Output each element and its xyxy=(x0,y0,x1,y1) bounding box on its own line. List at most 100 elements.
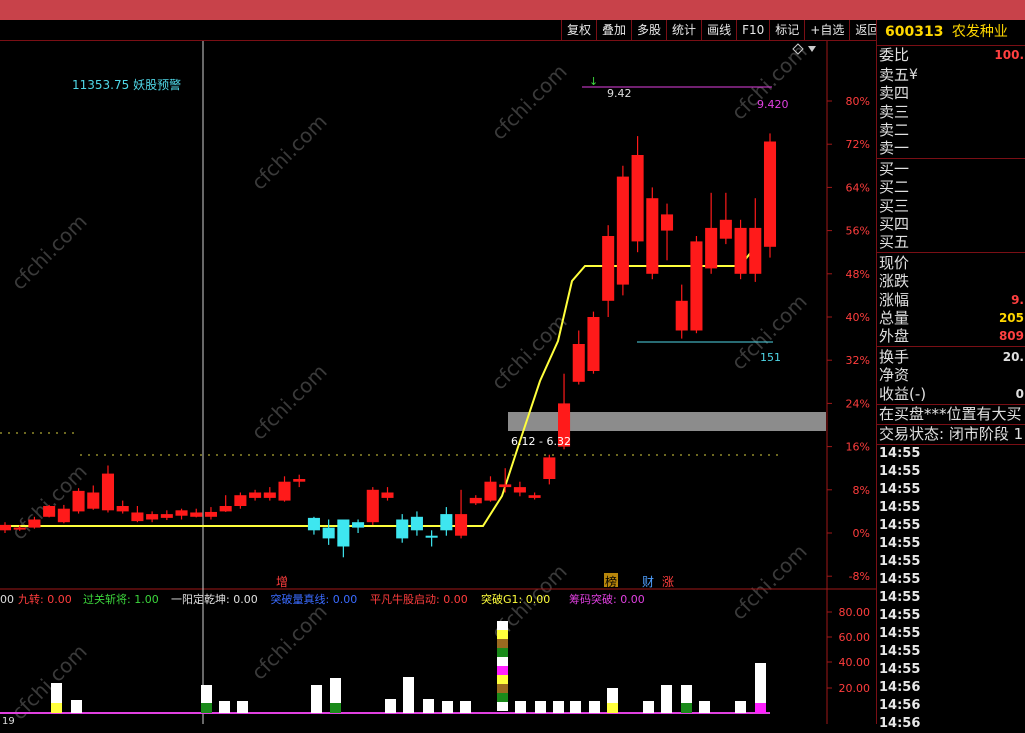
candle-body[interactable] xyxy=(43,506,56,517)
candle-body[interactable] xyxy=(293,479,306,482)
kline-chart[interactable]: cfchi.com cfchi.com cfchi.com cfchi.com … xyxy=(0,39,876,727)
candle-body[interactable] xyxy=(175,510,188,516)
candle-body[interactable] xyxy=(440,514,453,531)
indicator-item: 九转: 0.00 xyxy=(18,592,72,606)
order-notice: 在买盘***位置有大买 xyxy=(879,404,1022,423)
candle-body[interactable] xyxy=(72,490,85,512)
signal-block xyxy=(497,675,508,684)
signal-block xyxy=(497,684,508,693)
candle-body[interactable] xyxy=(749,227,762,274)
watermark: cfchi.com cfchi.com cfchi.com cfchi.com … xyxy=(7,39,812,724)
panel-separator xyxy=(877,252,1025,254)
candle-body[interactable] xyxy=(528,495,541,498)
candle-body[interactable] xyxy=(278,481,291,501)
candle-body[interactable] xyxy=(101,473,115,511)
candle-body[interactable] xyxy=(219,506,232,512)
candle-body[interactable] xyxy=(660,214,674,231)
quote-row-value: 20. xyxy=(1002,350,1024,365)
candle-body[interactable] xyxy=(131,512,144,522)
candle-body[interactable] xyxy=(499,484,512,488)
quote-row-label: 买一 xyxy=(879,160,910,179)
candle-body[interactable] xyxy=(396,519,409,539)
candle-body[interactable] xyxy=(13,527,26,530)
toolbar-button-5[interactable]: F10 xyxy=(736,20,770,40)
candle-body[interactable] xyxy=(763,141,777,247)
panel-separator xyxy=(877,158,1025,160)
candle-body[interactable] xyxy=(705,227,718,269)
candle-body[interactable] xyxy=(116,506,129,512)
toolbar-button-6[interactable]: 标记 xyxy=(769,20,805,40)
candle-body[interactable] xyxy=(263,492,276,498)
candle-body[interactable] xyxy=(484,481,497,501)
volume-bar xyxy=(553,701,564,713)
candle-body[interactable] xyxy=(602,236,615,301)
toolbar-button-2[interactable]: 多股 xyxy=(631,20,667,40)
candle-body[interactable] xyxy=(513,487,526,493)
candle-body[interactable] xyxy=(616,176,629,285)
candle-body[interactable] xyxy=(190,512,203,517)
candle-body[interactable] xyxy=(0,524,12,531)
candle-body[interactable] xyxy=(28,519,41,528)
event-badge[interactable]: 增 xyxy=(276,575,288,589)
candle-body[interactable] xyxy=(572,344,585,382)
svg-text:cfchi.com: cfchi.com xyxy=(487,309,572,394)
candle-body[interactable] xyxy=(57,508,70,523)
dropdown-icon[interactable] xyxy=(808,46,816,52)
candle-body[interactable] xyxy=(352,522,365,528)
volume-bar xyxy=(385,699,396,713)
candle-body[interactable] xyxy=(410,516,423,531)
candle-body[interactable] xyxy=(337,519,350,547)
quote-row-label: 换手 xyxy=(879,348,910,367)
candle-body[interactable] xyxy=(322,527,335,539)
candle-body[interactable] xyxy=(734,227,747,274)
volume-bar xyxy=(570,701,581,713)
candle-body[interactable] xyxy=(234,495,247,506)
price-tick-label: 64% xyxy=(846,181,870,194)
event-badge[interactable]: 涨 xyxy=(662,574,674,589)
candle-body[interactable] xyxy=(631,155,644,242)
candle-body[interactable] xyxy=(204,511,217,517)
candle-body[interactable] xyxy=(381,492,394,498)
volume-bar xyxy=(219,701,230,713)
kline-chart-area[interactable]: cfchi.com cfchi.com cfchi.com cfchi.com … xyxy=(0,39,876,727)
candle-body[interactable] xyxy=(646,198,659,274)
candle-body[interactable] xyxy=(587,317,600,371)
toolbar-button-4[interactable]: 画线 xyxy=(701,20,737,40)
candle-body[interactable] xyxy=(307,517,320,531)
toolbar-button-3[interactable]: 统计 xyxy=(666,20,702,40)
candle-body[interactable] xyxy=(675,300,688,331)
candle-body[interactable] xyxy=(719,219,732,239)
candle-body[interactable] xyxy=(425,535,438,538)
volume-bar xyxy=(311,685,322,713)
signal-block xyxy=(497,648,508,657)
toolbar-button-7[interactable]: +自选 xyxy=(804,20,850,40)
quote-row-value: 9. xyxy=(1011,292,1024,307)
candle-body[interactable] xyxy=(543,457,556,479)
svg-text:cfchi.com: cfchi.com xyxy=(727,539,812,624)
candle-body[interactable] xyxy=(455,514,468,536)
indicator-item: 过关斩将: 1.00 xyxy=(83,592,159,606)
indicator-item: 筹码突破: 0.00 xyxy=(569,592,645,606)
quote-row-label: 涨幅 xyxy=(879,290,910,309)
panel-separator xyxy=(877,346,1025,348)
tick-time: 14:55 xyxy=(879,553,921,569)
candle-body[interactable] xyxy=(366,489,379,523)
candle-body[interactable] xyxy=(690,241,703,331)
event-badge[interactable]: 榜 xyxy=(605,574,617,589)
quote-row-value: 0 xyxy=(1015,386,1024,401)
toolbar-button-1[interactable]: 叠加 xyxy=(596,20,632,40)
peak-arrow-icon: ↓ xyxy=(589,75,598,88)
event-badge[interactable]: 财 xyxy=(642,575,654,589)
volume-bar xyxy=(515,701,526,713)
candle-body[interactable] xyxy=(249,492,262,498)
indicator-item: 突破量真线: 0.00 xyxy=(271,592,358,606)
candle-body[interactable] xyxy=(87,492,100,509)
candle-body[interactable] xyxy=(146,514,159,520)
toolbar-button-0[interactable]: 复权 xyxy=(561,20,597,40)
price-tick-label: 40% xyxy=(846,311,870,324)
tick-time: 14:55 xyxy=(879,481,921,497)
quote-row-label: 卖三 xyxy=(879,102,910,121)
candle-body[interactable] xyxy=(469,497,482,504)
candle-body[interactable] xyxy=(160,514,173,518)
indicator-item: 一阳定乾坤: 0.00 xyxy=(171,592,258,606)
